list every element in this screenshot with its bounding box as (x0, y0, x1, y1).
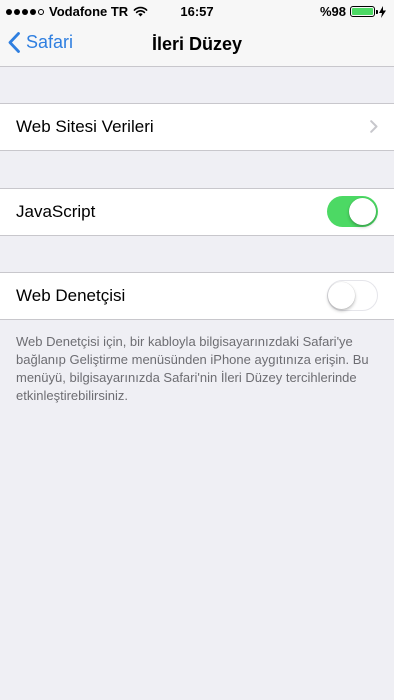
battery-percent: %98 (319, 4, 346, 19)
toggle-knob (328, 281, 355, 309)
web-inspector-row: Web Denetçisi (0, 273, 394, 319)
web-inspector-toggle[interactable] (327, 280, 378, 311)
battery-fill (352, 8, 373, 15)
website-data-label: Web Sitesi Verileri (16, 117, 154, 136)
javascript-label: JavaScript (16, 202, 96, 221)
charging-bolt-icon (379, 5, 386, 18)
navigation-bar: Safari İleri Düzey (0, 22, 394, 67)
website-data-row[interactable]: Web Sitesi Verileri (0, 104, 394, 150)
javascript-row: JavaScript (0, 189, 394, 235)
toggle-knob (349, 198, 376, 225)
page-title: İleri Düzey (151, 34, 243, 54)
website-data-group: Web Sitesi Verileri (0, 103, 394, 151)
status-right: %98 (320, 4, 386, 19)
javascript-toggle[interactable] (327, 196, 378, 227)
web-inspector-group: Web Denetçisi (0, 272, 394, 320)
web-inspector-footer-note: Web Denetçisi için, bir kabloyla bilgisa… (16, 334, 369, 403)
chevron-right-icon (370, 120, 378, 133)
javascript-group: JavaScript (0, 188, 394, 236)
battery-icon (350, 6, 378, 17)
web-inspector-label: Web Denetçisi (16, 286, 126, 305)
status-bar: Vodafone TR 16:57 %98 (0, 0, 394, 22)
